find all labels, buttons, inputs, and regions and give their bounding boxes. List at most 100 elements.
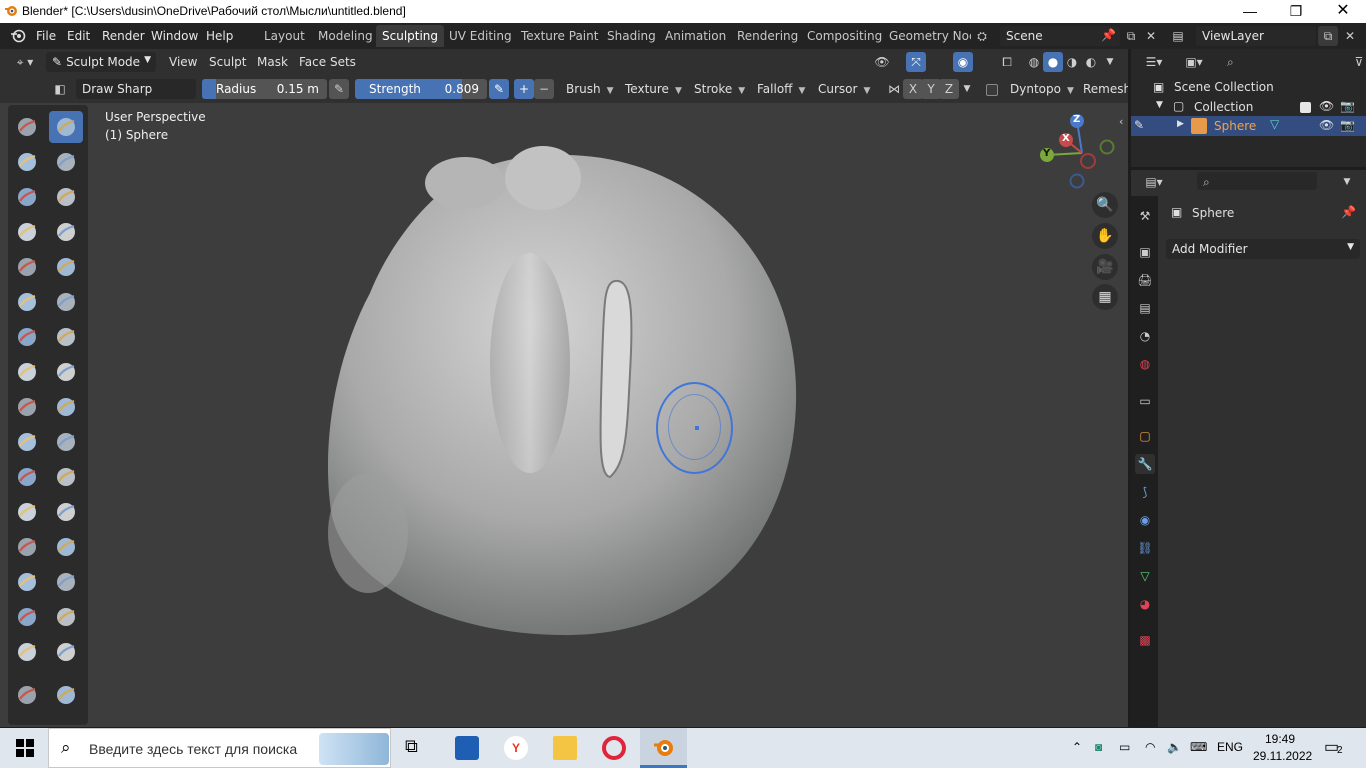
tab-animation[interactable]: Animation: [659, 25, 732, 47]
multiplane-scrape-brush-icon[interactable]: [49, 321, 83, 353]
outliner-editor-icon[interactable]: ☰▾: [1139, 52, 1169, 72]
scene-selector-icon[interactable]: ⛭: [972, 26, 992, 46]
properties-pin-icon[interactable]: 📌: [1341, 205, 1356, 219]
menu-mask[interactable]: Mask: [251, 52, 294, 72]
editor-type-icon[interactable]: ⌖ ▾: [10, 52, 40, 72]
box-mask-icon[interactable]: [10, 679, 44, 711]
properties-options-icon[interactable]: ▼: [1337, 172, 1357, 192]
menu-view[interactable]: View: [163, 52, 203, 72]
volume-icon[interactable]: 🔈: [1167, 740, 1182, 754]
output-tab-icon[interactable]: 🖨: [1135, 270, 1155, 290]
add-modifier-button[interactable]: Add Modifier ▼: [1166, 239, 1360, 259]
tab-rendering[interactable]: Rendering: [731, 25, 804, 47]
draw-brush-icon[interactable]: [10, 111, 44, 143]
sphere-expand-icon[interactable]: ▶: [1177, 119, 1184, 129]
file-explorer-icon[interactable]: [553, 736, 577, 760]
taskbar-search[interactable]: ⌕ Введите здесь текст для поиска: [48, 728, 391, 768]
axis-x-toggle[interactable]: X: [903, 79, 923, 99]
tray-app-icon[interactable]: ◙: [1095, 740, 1102, 754]
scene-field[interactable]: Scene 📌: [1000, 26, 1120, 46]
outliner-search[interactable]: ⌕: [1221, 52, 1341, 70]
new-view-layer-icon[interactable]: ⧉: [1318, 26, 1338, 46]
direction-add-icon[interactable]: +: [514, 79, 534, 99]
solid-shading-icon[interactable]: ●: [1043, 52, 1063, 72]
multires-displacement-smear-icon[interactable]: [49, 601, 83, 633]
view-layer-icon[interactable]: ▤: [1168, 26, 1188, 46]
blender-menu-icon[interactable]: [10, 28, 26, 44]
menu-face-sets[interactable]: Face Sets: [293, 52, 362, 72]
collection-render-icon[interactable]: 📷: [1340, 99, 1355, 113]
draw-face-sets-brush-icon[interactable]: [49, 566, 83, 598]
clay-brush-icon[interactable]: [10, 146, 44, 178]
tab-layout[interactable]: Layout: [258, 25, 311, 47]
tab-modeling[interactable]: Modeling: [312, 25, 379, 47]
delete-scene-icon[interactable]: ✕: [1141, 26, 1161, 46]
outliner-row-sphere[interactable]: ✎ ▶ Sphere ▽ 👁 📷: [1131, 116, 1366, 136]
grab-brush-icon[interactable]: [49, 356, 83, 388]
draw-sharp-brush-icon[interactable]: [49, 111, 83, 143]
scrape-brush-icon[interactable]: [10, 321, 44, 353]
camera-view-icon[interactable]: 🎥: [1092, 254, 1118, 280]
tab-shading[interactable]: Shading: [601, 25, 662, 47]
collection-visibility-icon[interactable]: 👁: [1319, 99, 1334, 113]
tab-geometry-nodes[interactable]: Geometry Noc: [883, 25, 971, 47]
wireframe-shading-icon[interactable]: ◍: [1024, 52, 1044, 72]
texture-tab-icon[interactable]: ▩: [1135, 630, 1155, 650]
menu-window[interactable]: Window: [151, 29, 198, 43]
scene-collection-label[interactable]: Scene Collection: [1174, 80, 1274, 94]
mask-brush-icon[interactable]: [10, 566, 44, 598]
properties-editor-icon[interactable]: ▤▾: [1139, 172, 1169, 192]
radius-pressure-icon[interactable]: ✎: [329, 79, 349, 99]
tab-texture-paint[interactable]: Texture Paint: [515, 25, 604, 47]
direction-subtract-icon[interactable]: −: [534, 79, 554, 99]
pan-hand-icon[interactable]: ✋: [1092, 223, 1118, 249]
new-scene-icon[interactable]: ⧉: [1121, 26, 1141, 46]
view-layer-field[interactable]: ViewLayer: [1196, 26, 1316, 46]
multires-displacement-eraser-icon[interactable]: [10, 601, 44, 633]
crease-brush-icon[interactable]: [10, 251, 44, 283]
ortho-grid-icon[interactable]: ▦: [1092, 284, 1118, 310]
axis-y-toggle[interactable]: Y: [921, 79, 941, 99]
scene-tab-icon[interactable]: ◔: [1135, 326, 1155, 346]
blender-taskbar-item[interactable]: [640, 728, 687, 768]
strength-pressure-icon[interactable]: ✎: [489, 79, 509, 99]
outliner-display-icon[interactable]: ▣▾: [1179, 52, 1209, 72]
cursor-dropdown[interactable]: Cursor ▼: [812, 79, 876, 99]
restore-button[interactable]: ❐: [1273, 0, 1319, 23]
sphere-visibility-icon[interactable]: 👁: [1319, 118, 1334, 132]
pose-brush-icon[interactable]: [49, 426, 83, 458]
strength-slider[interactable]: Strength 0.809: [355, 79, 487, 99]
3d-viewport[interactable]: User Perspective (1) Sphere Z Y X 🔍 ✋ 🎥 …: [0, 103, 1128, 727]
stroke-dropdown[interactable]: Stroke ▼: [688, 79, 751, 99]
view-layer-tab-icon[interactable]: ▤: [1135, 298, 1155, 318]
menu-edit[interactable]: Edit: [67, 29, 90, 43]
clock-time[interactable]: 19:49: [1265, 732, 1295, 746]
sphere-render-icon[interactable]: 📷: [1340, 118, 1355, 132]
radius-slider[interactable]: Radius 0.15 m: [202, 79, 327, 99]
battery-icon[interactable]: ▭: [1119, 740, 1130, 754]
pinch-brush-icon[interactable]: [10, 356, 44, 388]
layer-brush-icon[interactable]: [49, 181, 83, 213]
texture-dropdown[interactable]: Texture ▼: [619, 79, 688, 99]
windows-start-icon[interactable]: [16, 739, 34, 757]
inflate-brush-icon[interactable]: [10, 216, 44, 248]
minimize-button[interactable]: —: [1227, 0, 1273, 23]
tool-tab-icon[interactable]: ⚒: [1135, 206, 1155, 226]
rotate-brush-icon[interactable]: [49, 461, 83, 493]
tray-expand-icon[interactable]: ⌃: [1072, 740, 1082, 754]
gizmo-toggle-icon[interactable]: ⤧: [906, 52, 926, 72]
cloth-brush-icon[interactable]: [10, 531, 44, 563]
fill-brush-icon[interactable]: [49, 286, 83, 318]
menu-render[interactable]: Render: [102, 29, 145, 43]
physics-tab-icon[interactable]: ◉: [1135, 510, 1155, 530]
mode-selector[interactable]: ✎ Sculpt Mode ▼: [46, 52, 156, 72]
delete-view-layer-icon[interactable]: ✕: [1340, 26, 1360, 46]
simplify-brush-icon[interactable]: [49, 531, 83, 563]
brush-preview-icon[interactable]: ◧: [50, 79, 70, 99]
dyntopo-checkbox[interactable]: [986, 84, 998, 96]
menu-sculpt[interactable]: Sculpt: [203, 52, 252, 72]
language-indicator[interactable]: ENG: [1217, 740, 1243, 754]
zoom-icon[interactable]: 🔍: [1092, 192, 1118, 218]
material-shading-icon[interactable]: ◑: [1062, 52, 1082, 72]
blob-brush-icon[interactable]: [49, 216, 83, 248]
